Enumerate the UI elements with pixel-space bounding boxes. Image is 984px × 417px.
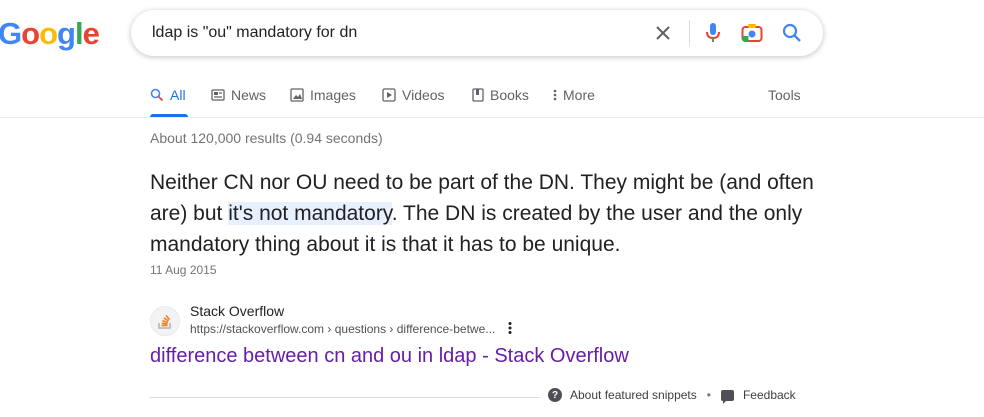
book-icon <box>472 88 484 102</box>
tab-label: More <box>563 87 595 103</box>
clear-icon[interactable] <box>652 22 674 44</box>
tab-videos[interactable]: Videos <box>382 86 445 104</box>
tab-images[interactable]: Images <box>290 86 356 104</box>
about-snippets-link[interactable]: About featured snippets <box>570 388 697 402</box>
microphone-icon[interactable] <box>702 22 724 44</box>
search-input[interactable]: ldap is "ou" mandatory for dn <box>152 24 357 42</box>
tab-label: All <box>170 87 186 103</box>
tab-all[interactable]: All <box>150 86 186 104</box>
logo-letter: o <box>21 16 40 51</box>
logo-letter: e <box>82 16 100 51</box>
help-icon[interactable]: ? <box>548 388 562 402</box>
snippet-highlight: it's not mandatory <box>228 202 392 225</box>
snippet-date: 11 Aug 2015 <box>150 263 217 277</box>
result-stats: About 120,000 results (0.94 seconds) <box>150 130 383 146</box>
source-url[interactable]: https://stackoverflow.com › questions › … <box>190 322 495 336</box>
image-icon <box>290 88 304 102</box>
snippet-bottom-divider <box>150 397 540 398</box>
tools-button[interactable]: Tools <box>768 86 801 104</box>
tab-label: Videos <box>402 87 445 103</box>
feedback-icon[interactable] <box>720 389 734 404</box>
more-vert-icon <box>553 89 557 101</box>
header-divider <box>0 117 984 118</box>
featured-snippet-text: Neither CN nor OU need to be part of the… <box>150 167 830 260</box>
search-box[interactable]: ldap is "ou" mandatory for dn <box>131 10 823 56</box>
snippet-footer: ? About featured snippets • Feedback <box>548 388 796 404</box>
feedback-link[interactable]: Feedback <box>743 388 796 402</box>
source-site-name[interactable]: Stack Overflow <box>190 303 284 319</box>
logo-letter: g <box>57 16 76 51</box>
result-title-link[interactable]: difference between cn and ou in ldap - S… <box>150 345 629 368</box>
tools-label: Tools <box>768 87 801 103</box>
more-options-icon[interactable] <box>508 321 512 338</box>
camera-lens-icon[interactable] <box>741 22 763 44</box>
tab-more[interactable]: More <box>553 86 595 104</box>
google-logo[interactable]: Google <box>0 16 100 52</box>
logo-letter: G <box>0 16 22 51</box>
tab-label: Images <box>310 87 356 103</box>
footer-separator: • <box>706 388 711 402</box>
play-icon <box>382 88 396 102</box>
search-icon <box>150 88 164 102</box>
stackoverflow-favicon-icon[interactable] <box>150 306 180 336</box>
tab-label: News <box>231 87 267 103</box>
tab-label: Books <box>490 87 529 103</box>
tab-news[interactable]: News <box>211 86 266 104</box>
logo-letter: o <box>39 16 58 51</box>
logo-letter: l <box>74 16 84 51</box>
news-icon <box>211 89 225 101</box>
search-icon[interactable] <box>781 22 803 44</box>
search-divider <box>689 20 690 46</box>
tab-books[interactable]: Books <box>472 86 529 104</box>
